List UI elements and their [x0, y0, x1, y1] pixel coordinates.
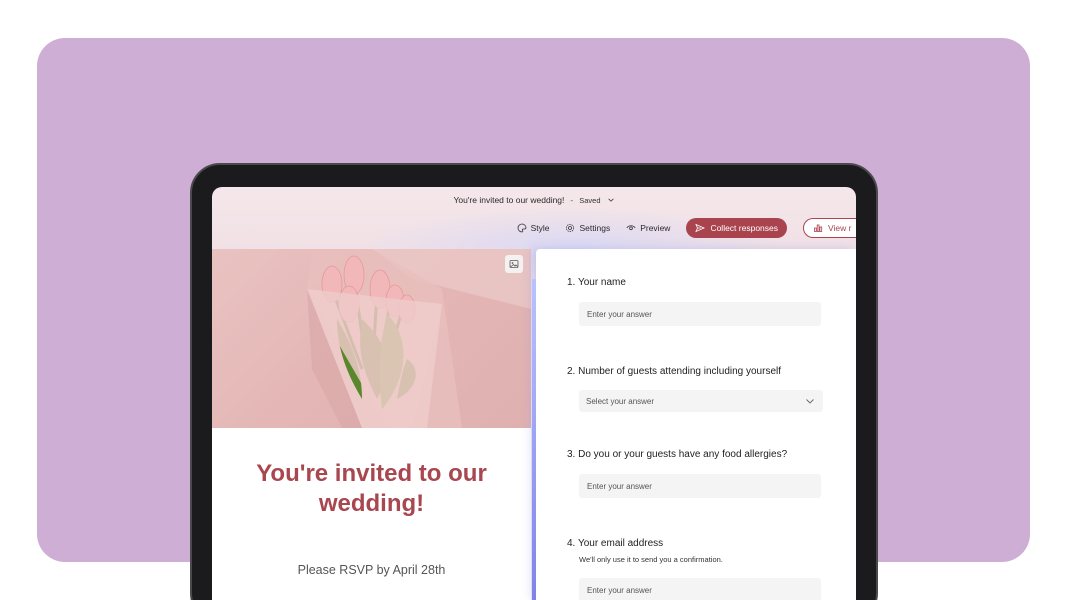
forms-screen: You're invited to our wedding! - Saved S…	[212, 187, 856, 600]
style-label: Style	[530, 223, 550, 233]
tulip-bouquet-image	[307, 249, 531, 428]
title-separator: -	[570, 195, 574, 205]
question-allergies-label: 3. Do you or your guests have any food a…	[567, 449, 788, 460]
guests-select[interactable]: Select your answer	[579, 390, 823, 412]
email-input[interactable]: Enter your answer	[579, 578, 821, 600]
settings-button[interactable]: Settings	[565, 223, 610, 233]
question-name-label: 1. Your name	[567, 277, 626, 288]
eye-icon	[626, 225, 636, 231]
preview-label: Preview	[640, 223, 671, 233]
gear-icon	[566, 224, 575, 232]
form-title[interactable]: You're invited to our wedding!	[453, 195, 564, 205]
preview-button[interactable]: Preview	[626, 223, 670, 233]
settings-label: Settings	[579, 223, 611, 233]
collect-label: Collect responses	[710, 223, 778, 233]
change-image-button[interactable]	[505, 255, 523, 273]
palette-icon	[517, 223, 526, 233]
rsvp-note: Please RSVP by April 28th	[297, 563, 446, 577]
view-responses-button[interactable]: View r	[803, 218, 856, 238]
hero-image	[212, 249, 531, 428]
question-email-block: 4. Your email address We'll only use it …	[567, 538, 723, 564]
email-subtitle: We'll only use it to send you a confirma…	[579, 555, 723, 564]
chevron-down-icon	[806, 399, 814, 404]
questions-panel: 1. Your name Enter your answer 2. Number…	[532, 249, 856, 600]
style-button[interactable]: Style	[517, 223, 550, 233]
save-status: Saved	[579, 195, 601, 205]
name-input[interactable]: Enter your answer	[579, 302, 821, 326]
collect-responses-button[interactable]: Collect responses	[686, 218, 787, 238]
send-icon	[695, 223, 706, 233]
question-guests-label: 2. Number of guests attending including …	[567, 366, 782, 377]
invitation-heading[interactable]: You're invited to our wedding!	[212, 459, 531, 519]
title-bar: You're invited to our wedding! - Saved	[212, 187, 856, 213]
question-email-label: 4. Your email address	[567, 538, 664, 549]
form-header-panel: You're invited to our wedding! Please RS…	[212, 249, 531, 600]
chart-icon	[814, 224, 823, 232]
view-label: View r	[828, 223, 852, 233]
guests-select-placeholder: Select your answer	[586, 396, 655, 406]
allergies-input[interactable]: Enter your answer	[579, 474, 821, 498]
image-icon	[509, 260, 519, 268]
chevron-down-icon[interactable]	[607, 196, 615, 204]
toolbar: Style Settings Preview Collect responses…	[517, 217, 856, 239]
